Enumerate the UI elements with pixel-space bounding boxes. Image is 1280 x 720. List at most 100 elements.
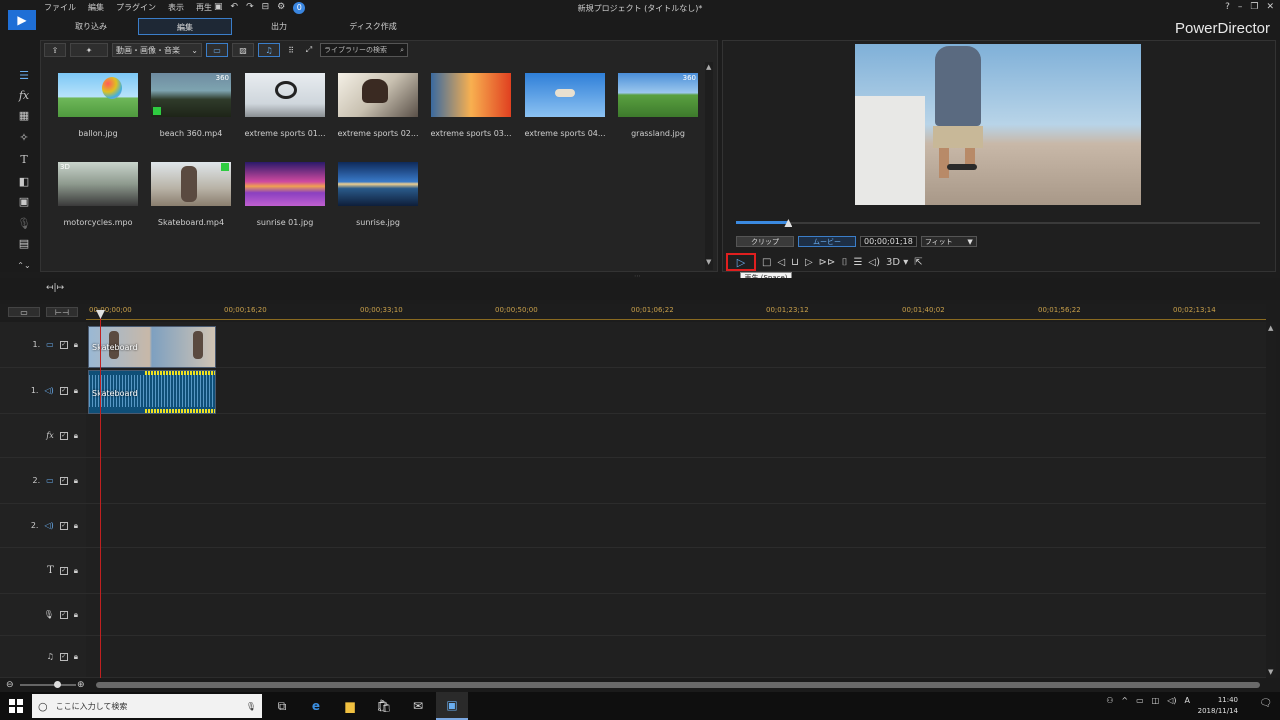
thumb-ballon[interactable] <box>58 73 138 117</box>
lock-icon[interactable]: 🔒︎ <box>74 431 78 441</box>
menu-playback[interactable]: 再生 <box>196 2 212 13</box>
track-enable-checkbox[interactable]: ✓ <box>59 340 68 349</box>
voice-over-icon[interactable]: 🎙 <box>14 214 34 232</box>
lock-icon[interactable]: 🔒︎ <box>74 521 78 531</box>
track-lane[interactable] <box>86 548 1266 594</box>
close-icon[interactable]: ✕ <box>1266 2 1274 12</box>
media-filter-dropdown[interactable]: 動画・画像・音楽 ⌄ <box>112 43 202 57</box>
thumb-motorcycles[interactable]: 3D <box>58 162 138 206</box>
zoom-fit-dropdown[interactable]: フィット ▼ <box>920 236 977 247</box>
audio-clip[interactable]: Skateboard <box>88 370 216 414</box>
thumb-sunrise[interactable] <box>338 162 418 206</box>
audio-mixing-icon[interactable]: ▣ <box>14 192 34 210</box>
minimize-icon[interactable]: – <box>1238 2 1243 12</box>
chapter-room-icon[interactable]: ▤ <box>14 234 34 252</box>
track-lane[interactable] <box>86 322 1266 368</box>
track-enable-checkbox[interactable]: ✓ <box>59 652 68 661</box>
zoom-in-icon[interactable]: ⊕ <box>77 680 85 690</box>
track-lane[interactable] <box>86 504 1266 548</box>
zoom-slider-thumb[interactable] <box>54 681 61 688</box>
lock-icon[interactable]: 🔒︎ <box>74 652 78 662</box>
task-view-icon[interactable]: ⧉ <box>266 692 298 720</box>
track-enable-checkbox[interactable]: ✓ <box>59 610 68 619</box>
settings-icon[interactable]: ⚙ <box>277 2 285 14</box>
image-filter-icon[interactable]: ▨ <box>232 43 254 57</box>
track-lane[interactable] <box>86 368 1266 414</box>
timecode-display[interactable]: 00;00;01;18 <box>860 236 917 247</box>
track-lane[interactable] <box>86 636 1266 678</box>
tab-disc[interactable]: ディスク作成 <box>326 18 420 35</box>
timeline-fit-icon[interactable]: ⊢⊣ <box>46 307 78 317</box>
file-explorer-icon[interactable]: ▆ <box>334 692 366 720</box>
media-room-icon[interactable]: ☰ <box>14 66 34 84</box>
track-enable-checkbox[interactable]: ✓ <box>59 521 68 530</box>
start-button[interactable] <box>0 692 32 720</box>
track-enable-checkbox[interactable]: ✓ <box>59 566 68 575</box>
menu-view[interactable]: 表示 <box>168 2 184 13</box>
volume-tray-icon[interactable]: ◁) <box>1167 696 1176 705</box>
notification-badge[interactable]: 0 <box>293 2 306 14</box>
subtitle-icon[interactable]: ☰ <box>853 257 862 268</box>
battery-icon[interactable]: ▭ <box>1136 696 1144 705</box>
track-lane[interactable] <box>86 458 1266 504</box>
timeline-horizontal-scrollbar[interactable] <box>96 682 1260 688</box>
previous-frame-icon[interactable]: ◁ <box>777 257 785 268</box>
timeline-vertical-scrollbar[interactable] <box>1266 322 1276 678</box>
clip-mode-button[interactable]: クリップ <box>736 236 794 247</box>
particle-room-icon[interactable]: ✧ <box>14 128 34 146</box>
thumb-extreme-sports-03[interactable] <box>431 73 511 117</box>
next-frame-icon[interactable]: ▷ <box>805 257 813 268</box>
transition-room-icon[interactable]: ◧ <box>14 172 34 190</box>
thumb-sunrise-01[interactable] <box>245 162 325 206</box>
3d-mode-button[interactable]: 3D ▾ <box>886 257 908 268</box>
undock-preview-icon[interactable]: ⇱ <box>914 257 922 268</box>
taskbar-clock[interactable]: 11:40 2018/11/14 <box>1198 695 1238 717</box>
menu-edit[interactable]: 編集 <box>88 2 104 13</box>
track-lane[interactable] <box>86 414 1266 458</box>
library-search-input[interactable]: ライブラリーの検索 ⌕ <box>320 43 408 57</box>
lock-icon[interactable]: 🔒︎ <box>74 566 78 576</box>
stop-icon[interactable]: □ <box>762 257 771 268</box>
action-center-icon[interactable]: 🗨︎ <box>1259 698 1272 709</box>
timeline-ruler[interactable]: 00;00;00;00 00;00;16;20 00;00;33;10 00;0… <box>86 304 1266 320</box>
resize-handle-icon[interactable]: ↤|↦ <box>46 283 64 293</box>
thumb-grassland[interactable]: 360 <box>618 73 698 117</box>
taskbar-search-input[interactable]: ○ ここに入力して検索 🎙︎ <box>32 694 262 718</box>
plugins-icon[interactable]: ✦ <box>70 43 108 57</box>
pip-room-icon[interactable]: ▦ <box>14 106 34 124</box>
show-hidden-icons[interactable]: ^ <box>1121 696 1128 705</box>
mail-icon[interactable]: ✉ <box>402 692 434 720</box>
people-icon[interactable]: ⚇ <box>1106 696 1113 705</box>
fast-forward-icon[interactable]: ⊳⊳ <box>819 257 836 268</box>
lock-icon[interactable]: 🔒︎ <box>74 610 78 620</box>
scroll-down-icon[interactable]: ▼ <box>1268 668 1273 676</box>
import-media-icon[interactable]: ⇪ <box>44 43 66 57</box>
microphone-icon[interactable]: 🎙︎ <box>246 702 256 711</box>
lock-icon[interactable]: 🔒︎ <box>74 340 78 350</box>
thumb-skateboard[interactable] <box>151 162 231 206</box>
thumb-extreme-sports-01[interactable] <box>245 73 325 117</box>
video-filter-icon[interactable]: ▭ <box>206 43 228 57</box>
ime-mode-icon[interactable]: A <box>1185 696 1190 705</box>
store-icon[interactable]: 🛍︎ <box>368 692 400 720</box>
save-icon[interactable]: ▣ <box>214 2 223 14</box>
drag-grip-icon[interactable]: ⋯ <box>634 272 641 280</box>
menu-plugin[interactable]: プラグイン <box>116 2 156 13</box>
tab-capture[interactable]: 取り込み <box>44 18 138 35</box>
seek-track[interactable] <box>736 222 1260 224</box>
help-icon[interactable]: ? <box>1225 2 1230 12</box>
zoom-slider[interactable] <box>20 684 76 686</box>
scroll-up-icon[interactable]: ▲ <box>706 63 711 71</box>
track-enable-checkbox[interactable]: ✓ <box>59 431 68 440</box>
scroll-arrows-icon[interactable]: ⌃⌄ <box>14 256 34 274</box>
track-lane[interactable] <box>86 594 1266 636</box>
powerdirector-taskbar-icon[interactable]: ▣ <box>436 692 468 720</box>
title-room-icon[interactable]: T <box>14 150 34 168</box>
lock-icon[interactable]: 🔒︎ <box>74 386 78 396</box>
video-clip[interactable]: Skateboard <box>88 326 216 368</box>
play-button[interactable]: ▷ <box>726 253 756 271</box>
redo-icon[interactable]: ↷ <box>246 2 254 14</box>
thumb-beach-360[interactable]: 360 <box>151 73 231 117</box>
thumbnail-size-icon[interactable]: ⤢ <box>302 43 316 57</box>
playhead-line[interactable] <box>100 312 101 678</box>
